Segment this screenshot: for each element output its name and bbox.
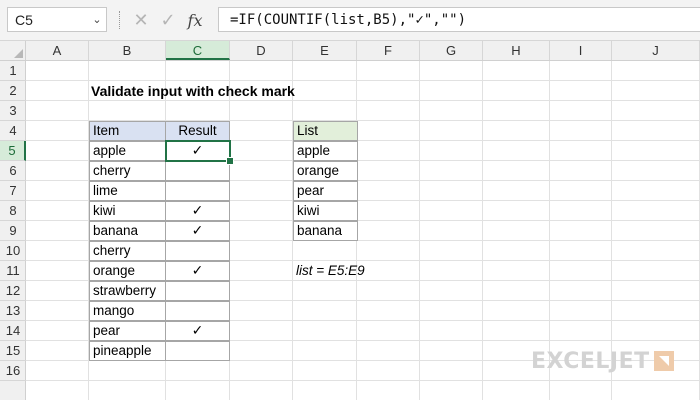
column-header-a[interactable]: A	[26, 41, 89, 60]
fill-handle[interactable]	[226, 157, 234, 165]
row-header-3[interactable]: 3	[0, 101, 26, 121]
select-all-corner[interactable]	[0, 41, 26, 60]
formula-input[interactable]: =IF(COUNTIF(list,B5),"✓","")	[218, 7, 700, 32]
result-cell[interactable]	[165, 161, 230, 181]
column-header-row: ABCDEFGHIJ	[0, 41, 700, 61]
logo-mark-icon	[653, 351, 674, 371]
item-cell[interactable]: pear	[89, 321, 166, 341]
row-header-4[interactable]: 4	[0, 121, 26, 141]
item-cell[interactable]: lime	[89, 181, 166, 201]
result-cell[interactable]	[165, 341, 230, 361]
formula-text[interactable]: =IF(COUNTIF(list,B5),"✓","")	[219, 12, 466, 28]
list-item-cell[interactable]: pear	[293, 181, 358, 201]
item-cell[interactable]: strawberry	[89, 281, 166, 301]
gridline-vertical	[482, 61, 483, 400]
gridline-horizontal	[26, 380, 700, 381]
item-cell[interactable]: kiwi	[89, 201, 166, 221]
name-box-value[interactable]: C5	[8, 12, 88, 28]
row-header-10[interactable]: 10	[0, 241, 26, 261]
row-header-7[interactable]: 7	[0, 181, 26, 201]
gridline-vertical	[419, 61, 420, 400]
row-header-8[interactable]: 8	[0, 201, 26, 221]
item-cell[interactable]: banana	[89, 221, 166, 241]
column-header-d[interactable]: D	[230, 41, 293, 60]
formula-bar: C5 ⌄ ✕ ✓ fx =IF(COUNTIF(list,B5),"✓","")	[0, 0, 700, 41]
column-header-i[interactable]: I	[550, 41, 612, 60]
column-header-b[interactable]: B	[89, 41, 166, 60]
result-cell[interactable]: ✓	[165, 201, 230, 221]
result-cell[interactable]	[165, 281, 230, 301]
column-header-j[interactable]: J	[612, 41, 700, 60]
item-cell[interactable]: pineapple	[89, 341, 166, 361]
column-header-e[interactable]: E	[293, 41, 357, 60]
sheet-title: Validate input with check mark	[91, 83, 295, 99]
result-cell[interactable]	[165, 301, 230, 321]
row-header-15[interactable]: 15	[0, 341, 26, 361]
row-header-1[interactable]: 1	[0, 61, 26, 81]
item-cell[interactable]: orange	[89, 261, 166, 281]
row-header-6[interactable]: 6	[0, 161, 26, 181]
row-header-column: 1 2 3 4 5 6 7 8 9 10 11 12 13 14 15 16	[0, 61, 26, 400]
result-cell[interactable]	[165, 181, 230, 201]
row-header-16[interactable]: 16	[0, 361, 26, 381]
list-item-cell[interactable]: banana	[293, 221, 358, 241]
row-header-13[interactable]: 13	[0, 301, 26, 321]
item-cell[interactable]: cherry	[89, 161, 166, 181]
list-item-cell[interactable]: orange	[293, 161, 358, 181]
list-item-cell[interactable]: apple	[293, 141, 358, 161]
list-header[interactable]: List	[293, 121, 358, 141]
header-result[interactable]: Result	[165, 121, 230, 141]
result-cell[interactable]	[165, 241, 230, 261]
result-cell[interactable]: ✓	[165, 261, 230, 281]
logo-text: EXCELJET	[531, 348, 650, 374]
row-header-2[interactable]: 2	[0, 81, 26, 101]
row-header-5[interactable]: 5	[0, 141, 26, 161]
formula-bar-separator	[119, 11, 120, 29]
insert-function-icon[interactable]: fx	[182, 8, 208, 32]
enter-icon[interactable]: ✓	[158, 8, 178, 32]
exceljet-logo: EXCELJET	[531, 348, 674, 374]
named-range-note: list = E5:E9	[296, 263, 365, 278]
name-box[interactable]: C5 ⌄	[7, 7, 107, 32]
result-cell[interactable]: ✓	[165, 221, 230, 241]
row-header-14[interactable]: 14	[0, 321, 26, 341]
row-header-9[interactable]: 9	[0, 221, 26, 241]
item-cell[interactable]: cherry	[89, 241, 166, 261]
spreadsheet-app: C5 ⌄ ✕ ✓ fx =IF(COUNTIF(list,B5),"✓","")…	[0, 0, 700, 400]
column-header-f[interactable]: F	[357, 41, 420, 60]
cancel-icon[interactable]: ✕	[131, 8, 151, 32]
column-header-g[interactable]: G	[420, 41, 483, 60]
selected-cell-c5[interactable]	[165, 140, 231, 162]
row-header-12[interactable]: 12	[0, 281, 26, 301]
list-item-cell[interactable]: kiwi	[293, 201, 358, 221]
row-header-11[interactable]: 11	[0, 261, 26, 281]
result-cell[interactable]: ✓	[165, 321, 230, 341]
chevron-down-icon[interactable]: ⌄	[88, 13, 106, 26]
item-cell[interactable]: mango	[89, 301, 166, 321]
column-header-h[interactable]: H	[483, 41, 550, 60]
column-header-c[interactable]: C	[166, 41, 230, 60]
item-cell[interactable]: apple	[89, 141, 166, 161]
header-item[interactable]: Item	[89, 121, 166, 141]
